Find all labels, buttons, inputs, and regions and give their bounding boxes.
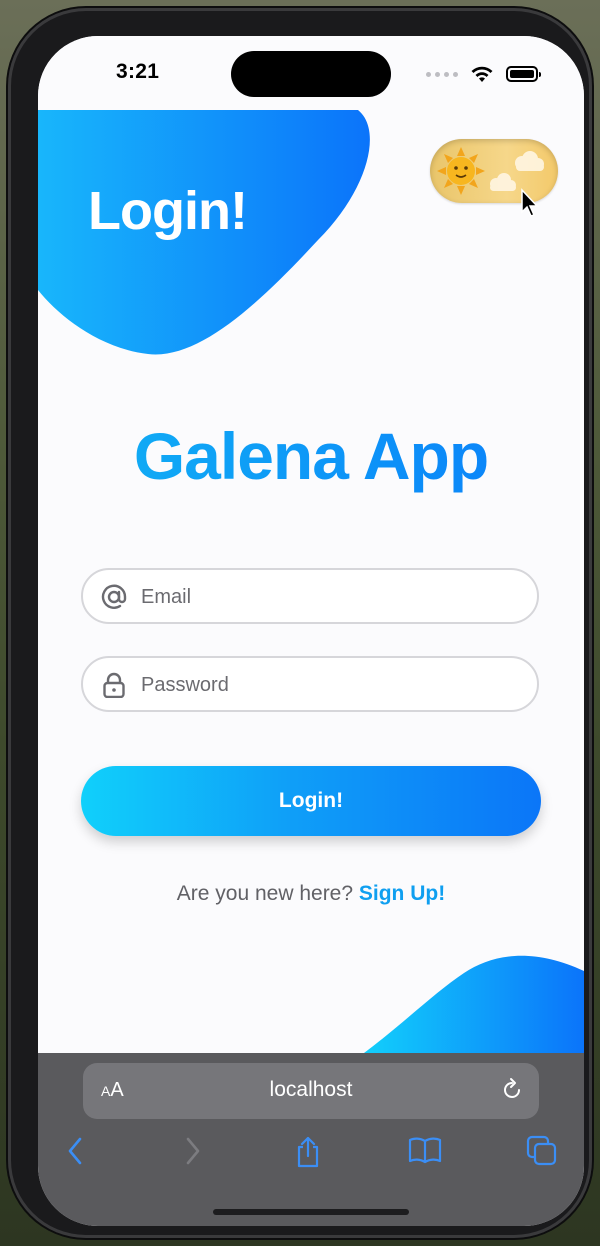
- battery-icon: [506, 66, 541, 82]
- status-bar: 3:21: [38, 36, 584, 110]
- signup-prompt-line: Are you new here? Sign Up!: [38, 882, 584, 906]
- browser-toolbar: AA localhost: [38, 1053, 584, 1226]
- status-icons: [426, 63, 541, 85]
- login-page: Login! Galena App Email Login! Are you n…: [38, 110, 584, 1053]
- password-input[interactable]: [139, 658, 523, 712]
- mouse-cursor-icon: [521, 188, 539, 217]
- lock-icon: [103, 672, 125, 698]
- login-button[interactable]: Login!: [81, 766, 541, 836]
- reload-icon[interactable]: [499, 1077, 525, 1103]
- password-field[interactable]: [81, 656, 539, 712]
- url-text[interactable]: localhost: [83, 1078, 539, 1102]
- app-title: Galena App: [38, 418, 584, 494]
- phone-frame: 3:21 Login! Galena App Email Login! Are …: [8, 8, 592, 1238]
- status-time: 3:21: [116, 60, 160, 83]
- home-indicator: [213, 1209, 409, 1215]
- footer-blob: [364, 955, 584, 1053]
- page-header-title: Login!: [88, 181, 248, 241]
- tabs-icon[interactable]: [526, 1135, 558, 1167]
- dynamic-island: [231, 51, 391, 97]
- signup-link[interactable]: Sign Up!: [359, 882, 445, 905]
- at-icon: [101, 584, 127, 609]
- share-icon[interactable]: [294, 1135, 322, 1169]
- email-input[interactable]: [139, 570, 523, 624]
- browser-nav-bar: [38, 1133, 584, 1173]
- email-field[interactable]: [81, 568, 539, 624]
- signup-prompt: Are you new here?: [176, 882, 354, 905]
- back-icon[interactable]: [64, 1135, 88, 1167]
- screen: 3:21 Login! Galena App Email Login! Are …: [38, 36, 584, 1226]
- address-bar[interactable]: AA localhost: [83, 1063, 539, 1119]
- wifi-icon: [471, 66, 493, 82]
- bookmarks-icon[interactable]: [408, 1135, 442, 1165]
- cellular-icon: [426, 71, 458, 77]
- forward-icon[interactable]: [180, 1135, 204, 1167]
